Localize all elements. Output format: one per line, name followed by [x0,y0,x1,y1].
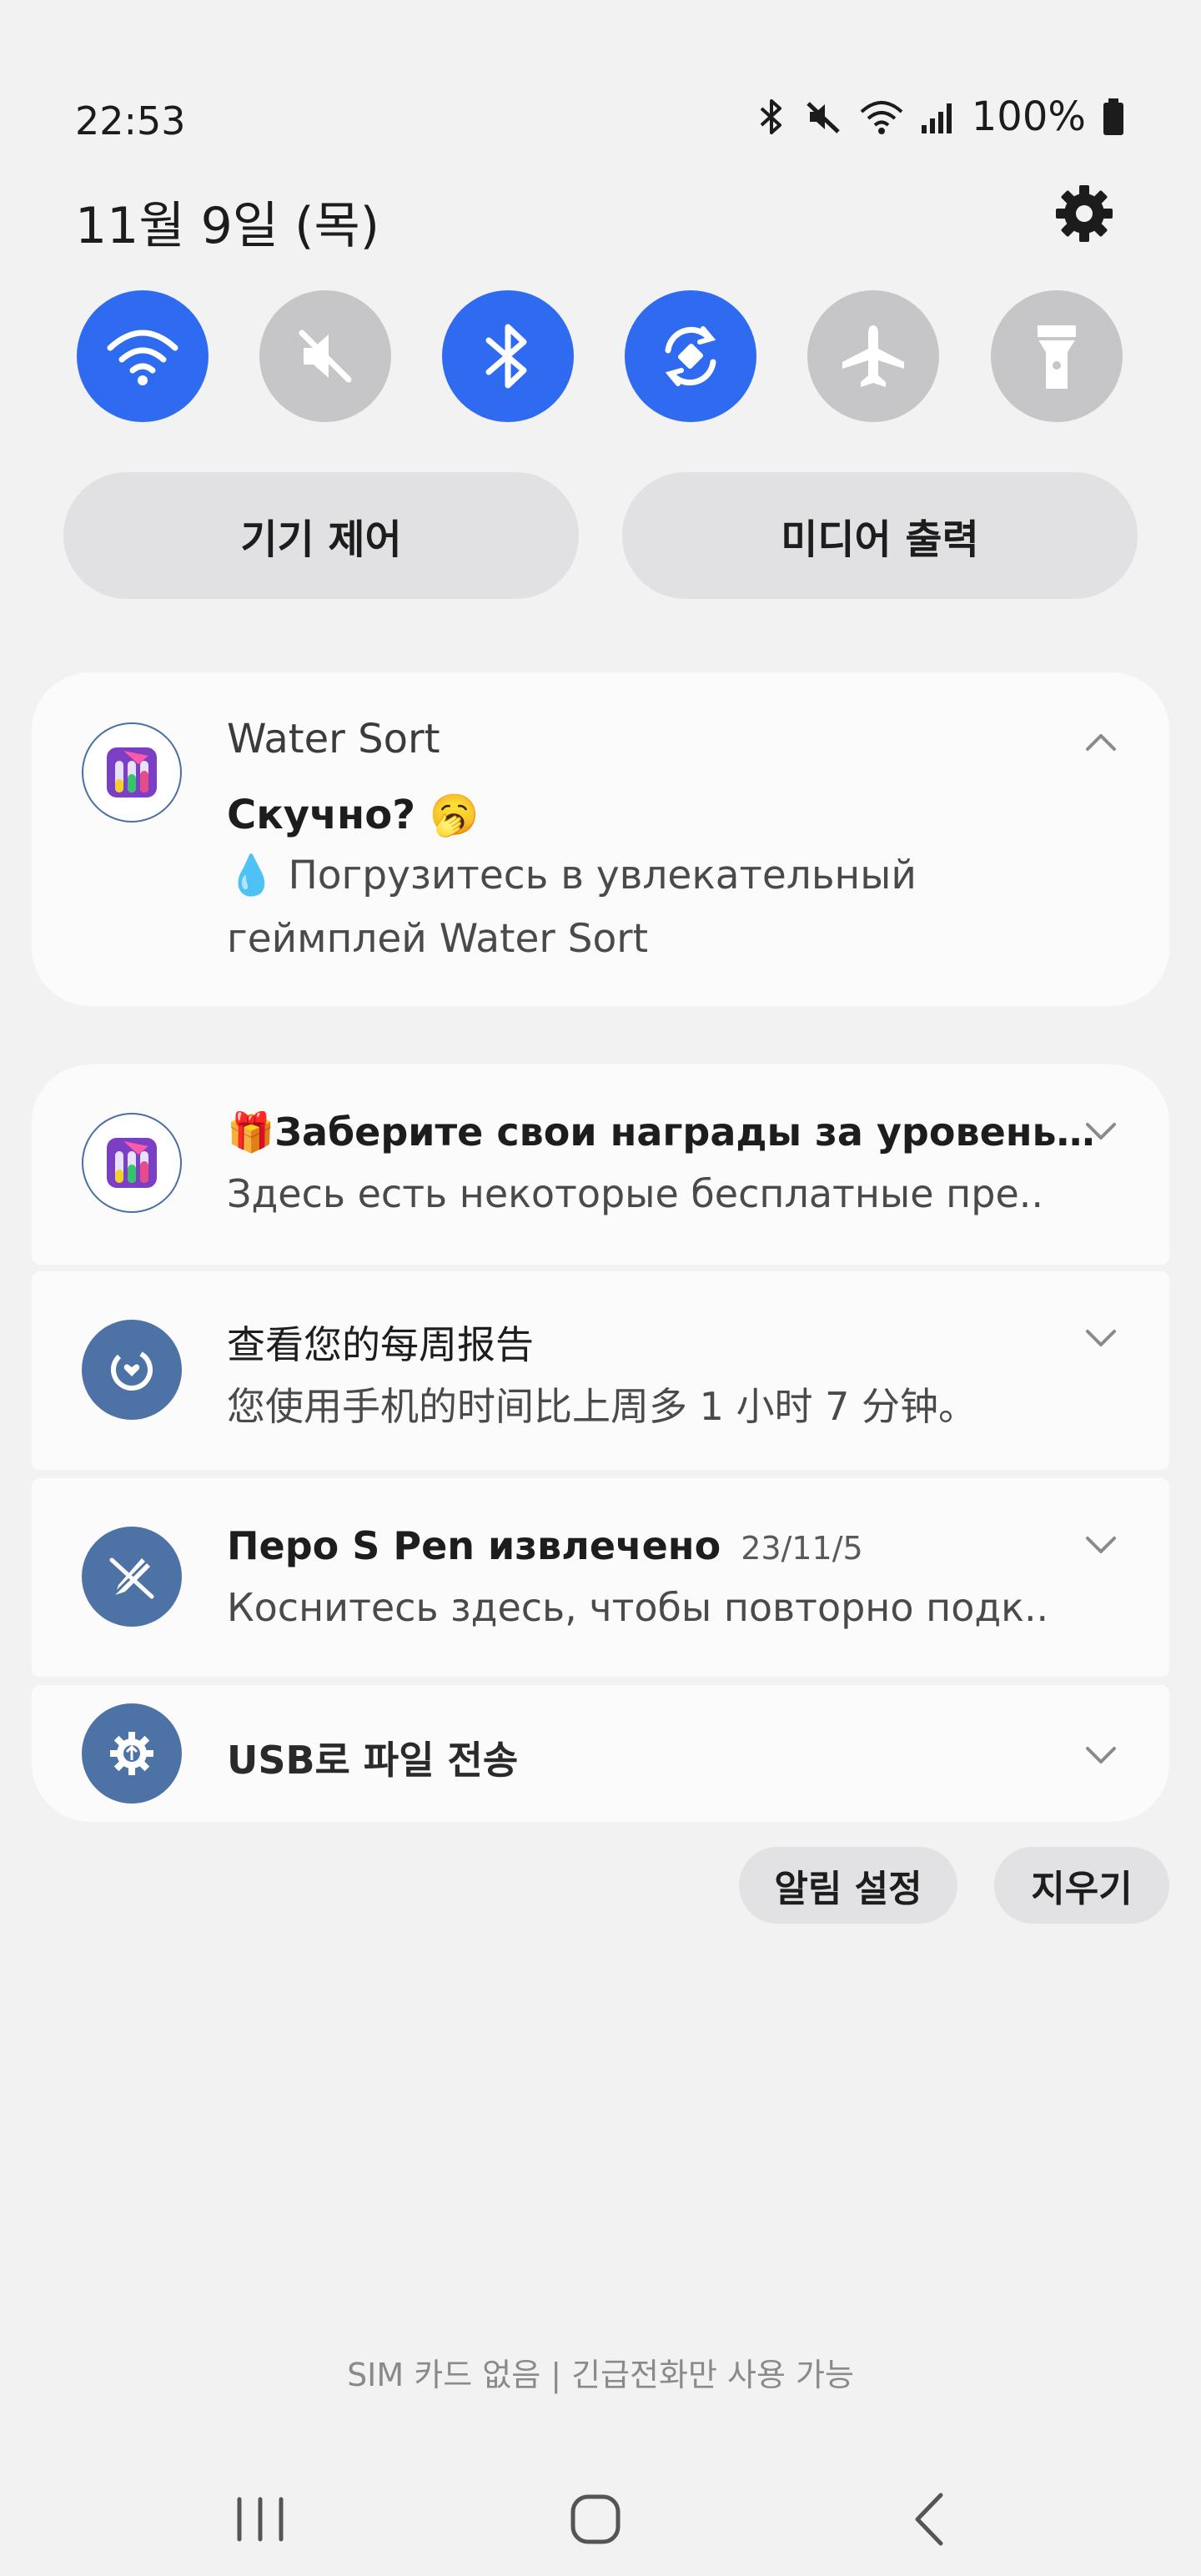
notification-body: 您使用手机的时间比上周多 1 小时 7 分钟。 [227,1384,977,1429]
notification-title-row: Перо S Pen извлечено 23/11/5 [227,1523,863,1568]
notification-body-line2: геймплей Water Sort [227,916,648,962]
digital-wellbeing-icon [82,1320,182,1420]
chevron-down-icon[interactable] [1083,1320,1119,1356]
chevron-down-icon[interactable] [1083,1113,1119,1150]
home-icon[interactable] [545,2469,646,2569]
notification-title: 🎁Заберите свои награды за уровень… [227,1109,1095,1155]
recent-apps-icon[interactable] [210,2469,310,2569]
mute-icon [803,97,843,137]
sound-toggle[interactable] [259,290,391,422]
notification-title: Перо S Pen извлечено [227,1523,721,1568]
clear-all-button[interactable]: 지우기 [994,1847,1169,1924]
gear-icon[interactable] [1053,182,1116,245]
bluetooth-toggle[interactable] [442,290,574,422]
sim-status-text: SIM 카드 없음 | 긴급전화만 사용 가능 [347,2357,854,2393]
notification-title: Скучно? 🥱 [227,792,480,838]
airplane-icon [842,325,904,387]
notification-title: USB로 파일 전송 [227,1738,519,1783]
battery-percent: 100% [971,93,1086,140]
chevron-up-icon[interactable] [1083,724,1119,761]
status-icons: 100% [755,93,1126,140]
bluetooth-icon [485,324,527,389]
notification-app-name: Water Sort [227,716,440,762]
status-time: 22:53 [75,98,186,143]
battery-icon [1101,97,1126,137]
wifi-icon [858,97,905,137]
auto-rotate-toggle[interactable] [625,290,756,422]
wifi-toggle[interactable] [77,290,209,422]
media-output-button[interactable]: 미디어 출력 [622,472,1138,599]
notification-spen[interactable]: Перо S Pen извлечено 23/11/5 Коснитесь зд… [32,1478,1169,1677]
notification-title: 查看您的每周报告 [227,1322,534,1367]
notification-body: Здесь есть некоторые бесплатные пре.. [227,1171,1043,1216]
quick-settings-row [77,290,1124,424]
notification-usb[interactable]: USB로 파일 전송 [32,1685,1169,1822]
notification-body: Коснитесь здесь, чтобы повторно подк.. [227,1585,1049,1630]
rotate-icon [665,326,716,386]
usb-settings-icon [82,1703,182,1804]
water-sort-app-icon [82,722,182,823]
bluetooth-icon [755,97,788,137]
notification-rewards[interactable]: 🎁Заберите свои награды за уровень… Здесь… [32,1064,1169,1265]
notification-weekly-report[interactable]: 查看您的每周报告 您使用手机的时间比上周多 1 小时 7 分钟。 [32,1271,1169,1470]
pen-icon [82,1527,182,1627]
notification-settings-button[interactable]: 알림 설정 [739,1847,957,1924]
chevron-down-icon[interactable] [1083,1737,1119,1774]
flashlight-toggle[interactable] [991,290,1123,422]
airplane-toggle[interactable] [807,290,939,422]
wifi-icon [107,330,178,385]
notification-body-line1: 💧 Погрузитесь в увлекательный [227,853,917,898]
back-icon[interactable] [881,2469,981,2569]
notification-water-sort[interactable]: Water Sort Скучно? 🥱 💧 Погрузитесь в увл… [32,672,1169,1006]
notification-date: 23/11/5 [741,1530,863,1567]
mute-icon [299,330,352,383]
flashlight-icon [1038,325,1076,389]
device-control-button[interactable]: 기기 제어 [63,472,579,599]
chevron-down-icon[interactable] [1083,1527,1119,1563]
signal-icon [920,98,957,135]
date-label: 11월 9일 (목) [75,197,380,255]
water-sort-app-icon [82,1113,182,1213]
